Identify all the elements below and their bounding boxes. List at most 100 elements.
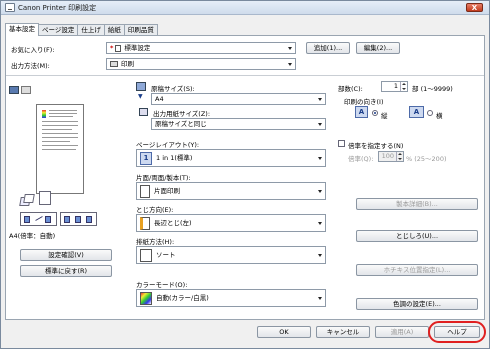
output-size-value: 原稿サイズと同じ <box>155 120 207 128</box>
window-title: Canon Printer 印刷設定 <box>18 3 97 12</box>
preview-line <box>42 141 70 142</box>
tray-icon <box>39 191 51 205</box>
duplex-select[interactable]: 片面印刷 <box>136 182 326 200</box>
copies-range: 部 (1〜9999) <box>412 85 453 93</box>
help-button[interactable]: ヘルプ <box>434 326 480 338</box>
booklet-details-button[interactable]: 製本詳細(B)... <box>356 198 478 210</box>
binding-direction-value: 長辺とじ(左) <box>154 219 192 227</box>
preview-line <box>42 129 72 130</box>
page-layout-select[interactable]: 1 1 in 1(標準) <box>136 149 326 167</box>
chevron-down-icon <box>318 123 322 126</box>
original-size-select[interactable]: A4 <box>151 93 326 105</box>
preview-line <box>42 145 78 146</box>
chevron-down-icon <box>318 98 322 101</box>
title-bar: Canon Printer 印刷設定 X <box>1 1 489 15</box>
orientation-label: 印刷の向き(I) <box>344 98 384 106</box>
chevron-down-icon <box>318 297 322 300</box>
favorite-star-icon: * <box>110 44 114 52</box>
duplex-value: 片面印刷 <box>154 187 180 195</box>
portrait-icon: A <box>355 106 368 118</box>
doc-icon <box>115 44 122 52</box>
page-layout-label: ページレイアウト(Y): <box>136 141 200 149</box>
sort-icon <box>140 248 152 262</box>
duplex-label: 片面/両面/製本(T): <box>136 174 191 182</box>
layout-1in1-icon: 1 <box>140 151 152 165</box>
copies-value: 1 <box>393 82 398 90</box>
printer-view-icon[interactable] <box>21 86 31 94</box>
preview-caption: A4(倍率：自動) <box>9 232 56 240</box>
printer-icon <box>5 3 15 12</box>
scale-value: 100 <box>381 152 394 160</box>
preview-line <box>49 110 77 111</box>
landscape-radio[interactable] <box>427 110 433 116</box>
preview-line <box>49 116 73 117</box>
arrow-down-icon: ▼ <box>138 93 143 100</box>
output-order-select[interactable]: ソート <box>136 246 326 264</box>
staple-icon <box>19 194 38 208</box>
cancel-button[interactable]: キャンセル <box>316 326 370 338</box>
finisher-icon-left[interactable] <box>20 212 57 226</box>
chevron-down-icon <box>288 63 292 66</box>
preview-line <box>42 149 76 150</box>
ok-button[interactable]: OK <box>257 326 311 338</box>
output-order-label: 排紙方法(H): <box>136 238 175 246</box>
apply-button[interactable]: 適用(A) <box>375 326 429 338</box>
staple-position-button[interactable]: ホチキス位置指定(L)... <box>356 264 478 276</box>
paper-output-icon <box>139 108 148 116</box>
close-button[interactable]: X <box>466 3 483 12</box>
output-size-label: 出力用紙サイズ(Z): <box>153 110 211 118</box>
single-side-icon <box>140 184 150 198</box>
landscape-label: 横 <box>436 112 443 120</box>
chevron-down-icon <box>318 157 322 160</box>
output-method-value: 印刷 <box>121 60 134 68</box>
printer-small-icon <box>110 61 118 67</box>
gutter-button[interactable]: とじしろ(U)... <box>356 230 478 242</box>
color-auto-icon <box>140 291 152 305</box>
finisher-icon-right[interactable] <box>60 212 97 226</box>
preview-line <box>49 113 77 114</box>
color-bar-icon <box>42 110 46 118</box>
preview-line <box>42 125 78 126</box>
tab-basic-settings[interactable]: 基本設定 <box>5 23 39 36</box>
preview-line <box>42 133 78 134</box>
chevron-down-icon <box>288 47 292 50</box>
print-settings-window: Canon Printer 印刷設定 X 基本設定 ページ設定 仕上げ 給紙 印… <box>0 0 490 349</box>
original-size-label: 原稿サイズ(S): <box>151 85 195 93</box>
original-size-value: A4 <box>155 95 164 103</box>
chevron-down-icon <box>318 254 322 257</box>
edit-favorite-button[interactable]: 編集(2)... <box>356 42 400 54</box>
favorites-value: 標準設定 <box>124 44 151 52</box>
binding-direction-label: とじ方向(E): <box>136 206 174 214</box>
output-method-label: 出力方法(M): <box>11 62 50 70</box>
binding-direction-select[interactable]: 長辺とじ(左) <box>136 214 326 232</box>
color-mode-label: カラーモード(O): <box>136 281 188 289</box>
preview-mode-icon[interactable] <box>9 86 19 94</box>
color-mode-value: 自動(カラー/白黒) <box>156 294 209 302</box>
preview-line <box>42 137 78 138</box>
output-size-select[interactable]: 原稿サイズと同じ <box>151 118 326 130</box>
landscape-icon: A <box>409 106 424 118</box>
spin-arrows-icon[interactable] <box>400 82 407 91</box>
add-favorite-button[interactable]: 追加(1)... <box>306 42 350 54</box>
restore-defaults-button[interactable]: 標準に戻す(R) <box>20 265 112 277</box>
color-mode-select[interactable]: 自動(カラー/白黒) <box>136 289 326 307</box>
output-method-select[interactable]: 印刷 <box>106 58 296 70</box>
confirm-settings-button[interactable]: 設定確認(V) <box>20 249 112 261</box>
settings-panel: お気に入り(F): * 標準設定 追加(1)... 編集(2)... 出力方法(M… <box>5 35 485 320</box>
copies-spinner[interactable]: 1 <box>381 81 408 92</box>
scale-checkbox[interactable] <box>338 140 345 147</box>
color-adjust-button[interactable]: 色調の設定(E)... <box>356 298 478 310</box>
divider <box>6 75 484 76</box>
chevron-down-icon <box>318 190 322 193</box>
page-layout-value: 1 in 1(標準) <box>156 154 193 162</box>
scale-spinner[interactable]: 100 <box>378 151 404 162</box>
portrait-radio[interactable] <box>372 110 378 116</box>
scale-label: 倍率(Q): <box>348 155 374 163</box>
output-order-value: ソート <box>156 251 176 259</box>
preview-line <box>42 121 78 122</box>
scale-check-label: 倍率を指定する(N) <box>348 142 404 150</box>
spin-arrows-icon[interactable] <box>396 152 403 161</box>
favorites-select[interactable]: * 標準設定 <box>106 42 296 54</box>
portrait-label: 縦 <box>381 112 388 120</box>
copies-label: 部数(C): <box>338 85 363 93</box>
